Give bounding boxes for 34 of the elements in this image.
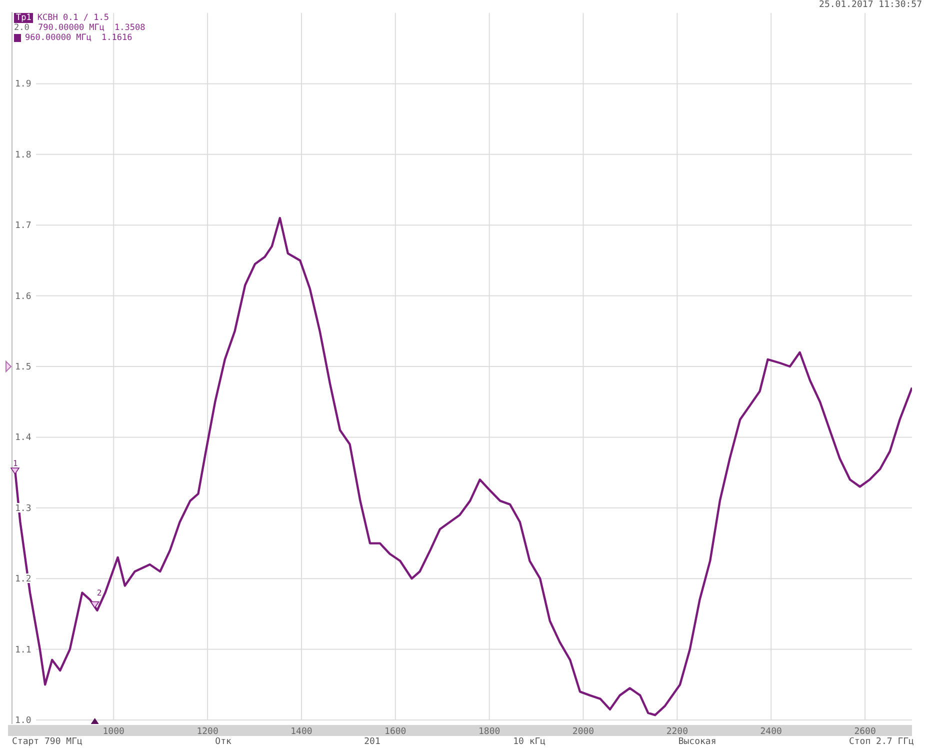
- status-item: 10 кГц: [513, 736, 546, 749]
- y-tick-label: 1.8: [15, 150, 32, 160]
- x-tick-label: 1000: [102, 727, 124, 736]
- marker-value: 1.3508: [114, 23, 146, 33]
- status-item: 201: [364, 736, 380, 749]
- reference-left-icon: [6, 360, 12, 373]
- trace-badge[interactable]: Тр1: [14, 13, 34, 23]
- x-tick-label: 1200: [196, 727, 218, 736]
- y-tick-label: 1.4: [15, 433, 32, 444]
- y-tick-label: 1.7: [15, 221, 32, 232]
- x-tick-label: 2200: [666, 727, 688, 736]
- y-tick-label: 1.5: [15, 362, 32, 372]
- x-tick-label: 2400: [760, 727, 782, 736]
- status-item: Отк: [215, 736, 232, 749]
- y-tick-label: 1.6: [15, 292, 32, 302]
- status-item: Стоп 2.7 ГГц: [848, 736, 914, 749]
- annotation: 2: [96, 588, 102, 598]
- x-tick-label: 1400: [290, 727, 312, 736]
- timestamp: 25.01.2017 11:30:57: [819, 0, 922, 12]
- x-tick-label: 1800: [478, 727, 500, 736]
- marker-value: 1.1616: [102, 33, 132, 43]
- marker-readout: 960.00000 МГц: [25, 33, 92, 43]
- x-tick-label: 2600: [854, 727, 876, 736]
- y-scale-label: 2.0: [14, 23, 30, 33]
- status-item: Старт 790 МГц: [12, 736, 82, 749]
- x-tick-label: 2000: [572, 727, 594, 736]
- x-tick-label: 1600: [384, 727, 406, 736]
- marker-readout: 790.00000 МГц: [38, 23, 105, 33]
- trace-format: КСВН 0.1 / 1.5: [37, 13, 110, 23]
- y-tick-label: 1.9: [15, 80, 32, 90]
- y-tick-label: 1.0: [15, 716, 32, 726]
- y-tick-label: 1.1: [15, 645, 32, 656]
- annotation: 1: [13, 458, 18, 468]
- status-item: Высокая: [678, 736, 716, 749]
